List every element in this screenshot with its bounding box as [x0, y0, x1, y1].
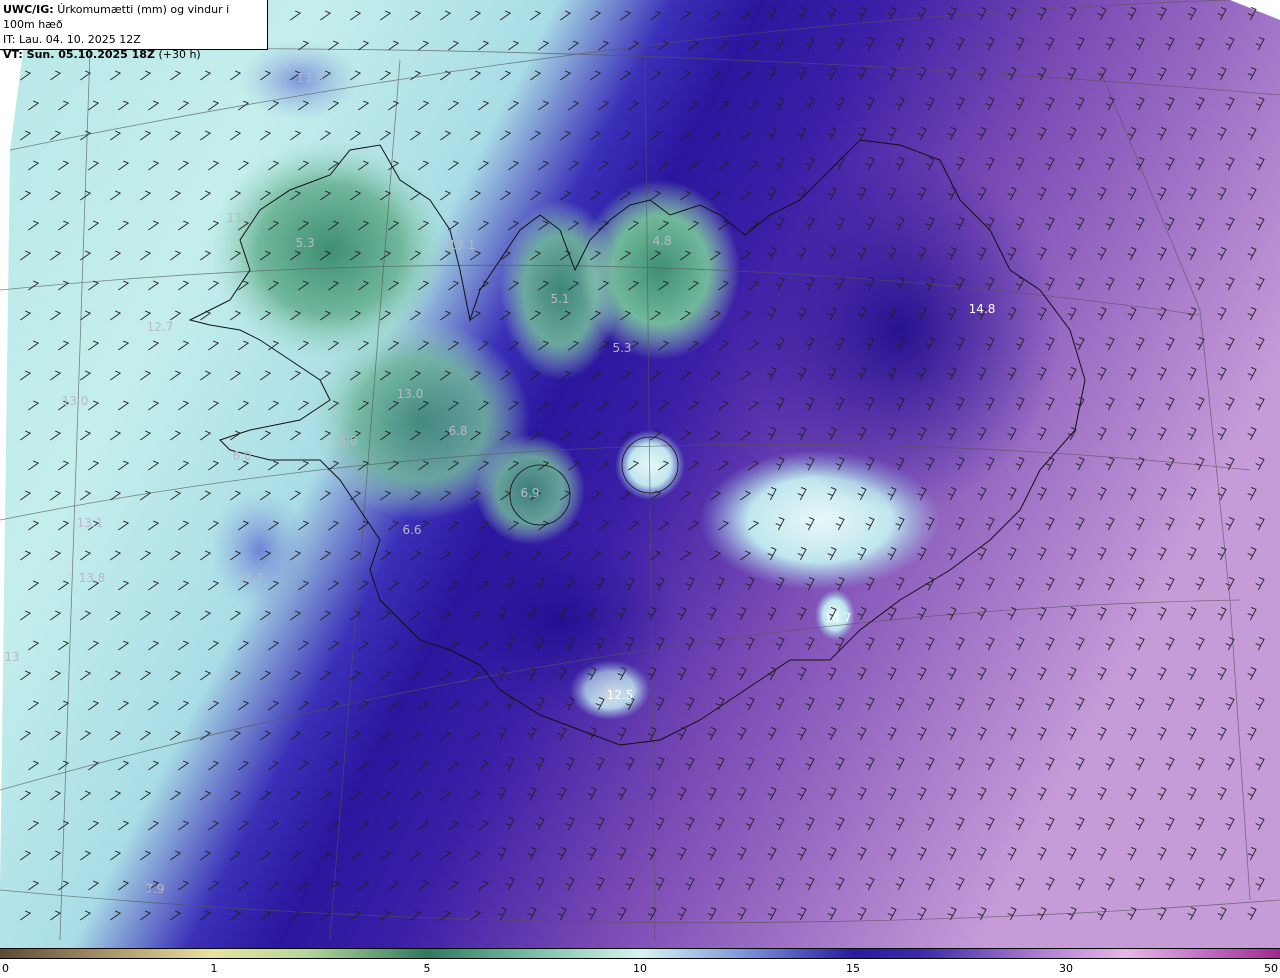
precip-value-label: 13.1: [449, 238, 476, 252]
precip-value-label: 12.5: [607, 688, 634, 702]
model-name: UWC/IG:: [3, 3, 54, 16]
precip-value-label: 13.1: [77, 516, 104, 530]
forecast-offset: (+30 h): [158, 48, 201, 61]
precip-value-label: 12.7: [147, 320, 174, 334]
colorbar-tick: 15: [846, 962, 860, 975]
precip-value-label: 4.8: [652, 234, 671, 248]
valid-time-line: VT: Sun. 05.10.2025 18Z (+30 h): [3, 47, 264, 62]
precip-value-label: 13.0: [397, 387, 424, 401]
init-time: IT: Lau. 04. 10. 2025 12Z: [3, 33, 141, 46]
colorbar: 0 1 5 10 15 30 50: [0, 948, 1280, 978]
colorbar-tick: 50: [1264, 962, 1278, 975]
precip-value-label: 6.6: [338, 434, 357, 448]
precip-value-label: 13.5: [297, 71, 324, 85]
precip-value-label: 6.8: [448, 424, 467, 438]
colorbar-tick: 30: [1059, 962, 1073, 975]
precip-value-label: 13: [4, 650, 19, 664]
map-header: UWC/IG: Úrkomumætti (mm) og vindur i 100…: [0, 0, 268, 61]
colorbar-tick: 10: [633, 962, 647, 975]
precip-value-label: 14.7: [825, 611, 852, 625]
valid-time: VT: Sun. 05.10.2025 18Z: [3, 48, 155, 61]
precip-value-label: 6.9: [520, 486, 539, 500]
precip-value-label: 14.8: [969, 302, 996, 316]
precip-value-label: 7.9: [145, 882, 164, 896]
colorbar-tick: 1: [210, 962, 218, 975]
precip-value-label: 13.3: [237, 571, 264, 585]
precip-value-label: 5.1: [550, 292, 569, 306]
precip-value-label: 5.3: [612, 341, 631, 355]
colorbar-tick: 5: [423, 962, 431, 975]
header-title-line: UWC/IG: Úrkomumætti (mm) og vindur i 100…: [3, 2, 264, 32]
precip-value-label: 13.0: [62, 394, 89, 408]
precip-value-label: 6.6: [402, 523, 421, 537]
precip-value-label: 6.0: [232, 449, 251, 463]
precip-value-label: 13.8: [79, 571, 106, 585]
weather-map: 13.5 13.3 5.3 13.1 4.8 5.1 12.7 5.3 13.0 13.0 6.6 6…: [0, 0, 1280, 948]
colorbar-strip: [0, 948, 1280, 959]
precip-value-label: 5.3: [295, 236, 314, 250]
precip-value-label: 13.3: [227, 211, 254, 225]
colorbar-tick: 0: [2, 962, 9, 975]
